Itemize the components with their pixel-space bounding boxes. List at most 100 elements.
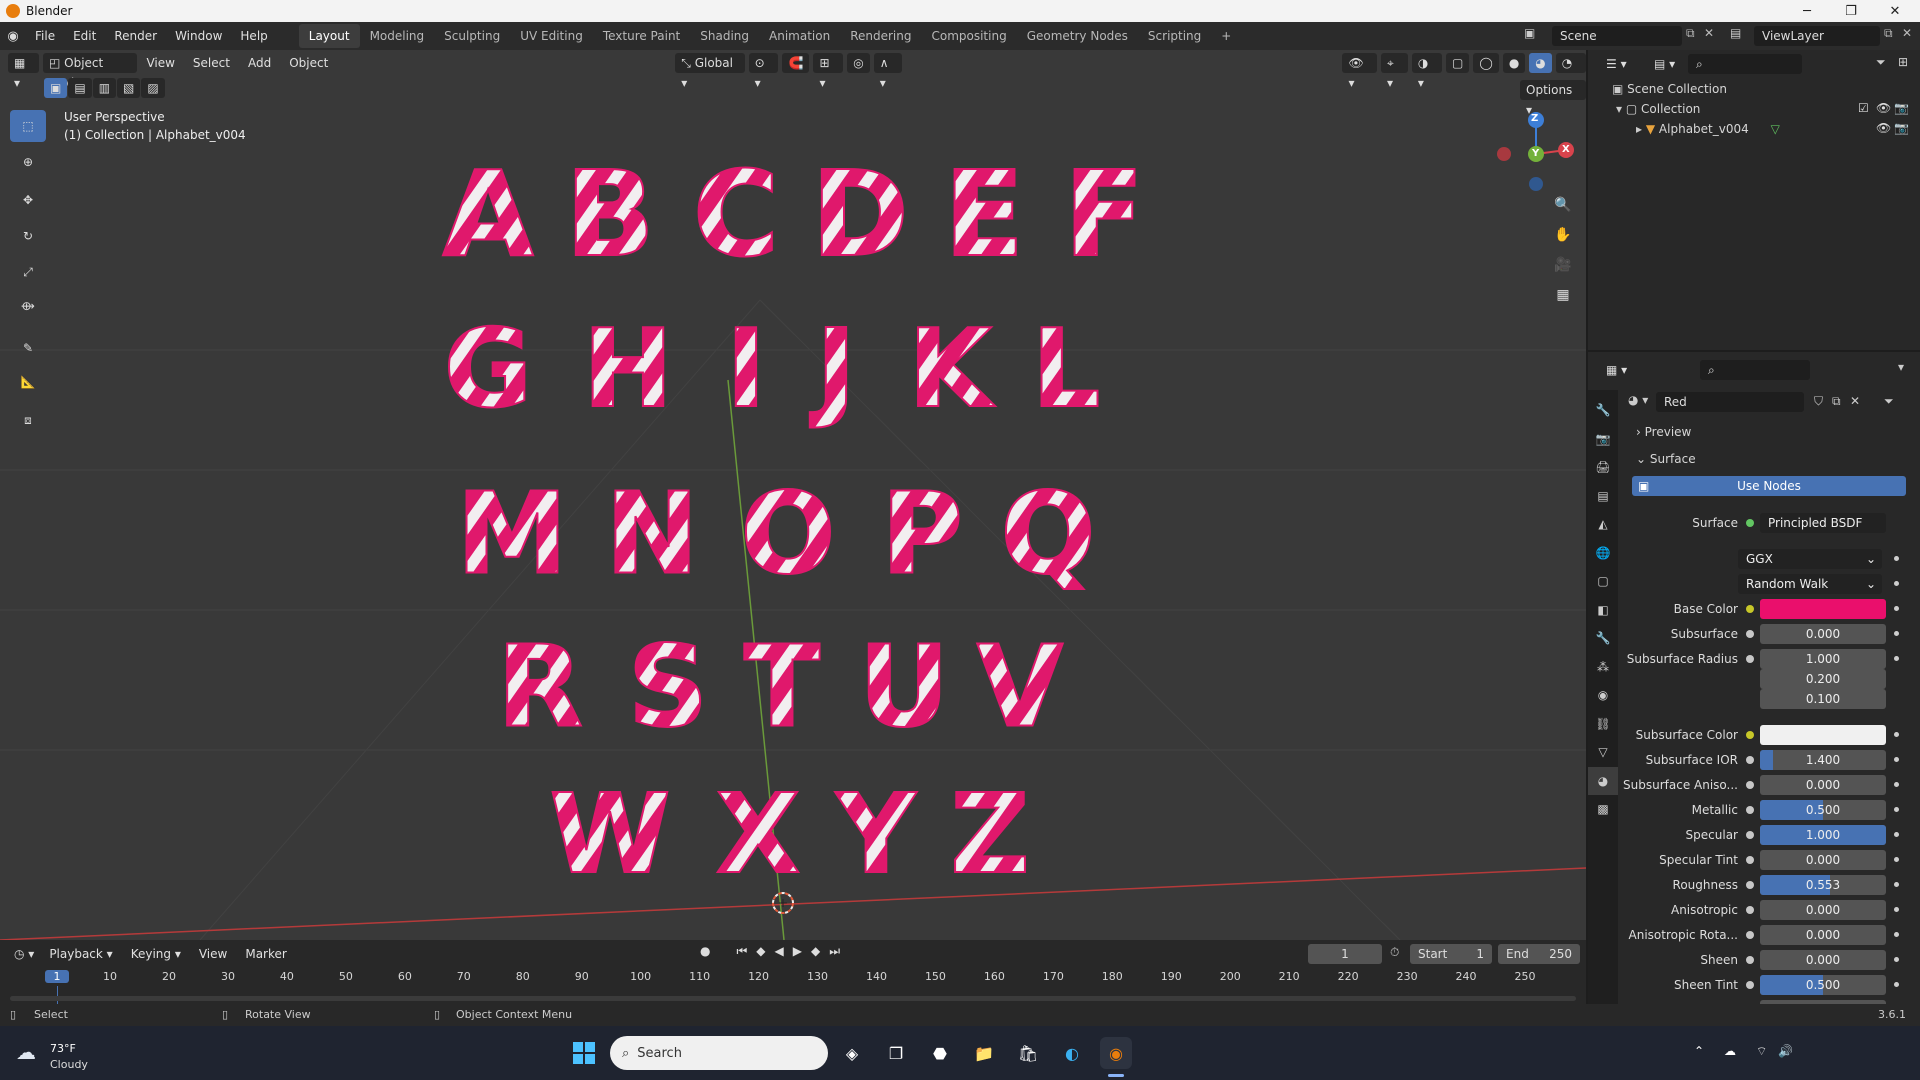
taskbar-search-box[interactable]: ⌕ Search	[610, 1036, 828, 1070]
roughness-field[interactable]: 0.553	[1760, 875, 1886, 895]
tab-modeling[interactable]: Modeling	[360, 24, 435, 48]
subsurface-keyframe-icon[interactable]	[1894, 631, 1899, 636]
tab-compositing[interactable]: Compositing	[921, 24, 1016, 48]
candy-letter-j[interactable]: J	[808, 306, 857, 433]
distribution-keyframe-icon[interactable]	[1894, 556, 1899, 561]
subsurface-anisotropy-field[interactable]: 0.000	[1760, 775, 1886, 795]
render-tab-icon[interactable]: 📷	[1588, 425, 1618, 454]
base-color-swatch[interactable]	[1760, 599, 1886, 619]
viewport-menu-view[interactable]: View	[137, 50, 183, 77]
rendered-shading-icon[interactable]: ◔ ▾	[1555, 53, 1586, 90]
candy-letter-a[interactable]: A	[441, 144, 534, 284]
sheen-keyframe-icon[interactable]	[1894, 957, 1899, 962]
select-new-icon[interactable]: ▣	[44, 78, 68, 98]
pan-hand-icon[interactable]: ✋	[1550, 222, 1576, 248]
scale-tool-icon[interactable]: ⤢	[10, 256, 46, 288]
close-window-button[interactable]: ✕	[1872, 0, 1918, 22]
menu-help[interactable]: Help	[231, 22, 276, 50]
material-name-field[interactable]: Red	[1656, 392, 1804, 412]
viewport-menu-select[interactable]: Select	[184, 50, 239, 77]
outliner-row-scene-collection[interactable]: ▣ Scene Collection	[1612, 79, 1912, 99]
subsurface-color-swatch[interactable]	[1760, 725, 1886, 745]
new-collection-icon[interactable]: ⊞	[1898, 55, 1908, 69]
candy-letter-e[interactable]: E	[943, 144, 1026, 284]
candy-letter-t[interactable]: T	[743, 622, 821, 754]
copilot-icon[interactable]: ◈	[836, 1037, 868, 1069]
material-filter-icon[interactable]: ⏷	[1884, 394, 1894, 409]
snap-target-icon[interactable]: ⊞ ▾	[813, 53, 844, 90]
select-intersect-icon[interactable]: ▨	[141, 78, 165, 98]
select-subtract-icon[interactable]: ▥	[92, 78, 117, 98]
ortho-grid-icon[interactable]: ▦	[1550, 282, 1576, 308]
candy-letter-c[interactable]: C	[692, 144, 781, 284]
cloud-weather-icon[interactable]: ☁	[16, 1040, 36, 1064]
blender-taskbar-icon[interactable]: ◉	[1100, 1037, 1132, 1069]
add-workspace-button[interactable]: +	[1211, 24, 1241, 48]
timeline-menu-keying[interactable]: Keying ▾	[122, 940, 190, 968]
subsurface-radius-z-field[interactable]: 0.100	[1760, 689, 1886, 709]
wifi-icon[interactable]: ⌔	[1756, 1044, 1767, 1059]
roughness-keyframe-icon[interactable]	[1894, 882, 1899, 887]
timeline-menu-marker[interactable]: Marker	[236, 940, 295, 968]
select-extend-icon[interactable]: ▤	[68, 78, 92, 98]
candy-letter-o[interactable]: O	[739, 469, 836, 601]
3d-viewport[interactable]: ABCDEFGHIJKLMNOPQRSTUVWXYZ Z Y X ▦ ▾ ◰ O…	[0, 50, 1586, 940]
fake-user-shield-icon[interactable]: ⛉	[1814, 394, 1823, 409]
blender-menu-icon[interactable]: ◉	[0, 29, 26, 44]
pivot-point-icon[interactable]: ⊙ ▾	[748, 53, 779, 90]
menu-window[interactable]: Window	[166, 22, 231, 50]
unlink-material-icon[interactable]: ✕	[1850, 394, 1860, 408]
outliner-display-mode-icon[interactable]: ▤ ▾	[1648, 54, 1682, 74]
sheen-tint-field[interactable]: 0.500	[1760, 975, 1886, 995]
cursor-tool-icon[interactable]: ⊕	[10, 146, 46, 178]
anisotropic-field[interactable]: 0.000	[1760, 900, 1886, 920]
mode-selector[interactable]: ◰ Object Mode ▾	[42, 53, 138, 90]
surface-panel-header[interactable]: ⌄ Surface	[1636, 452, 1696, 466]
candy-letter-g[interactable]: G	[443, 306, 534, 433]
candy-letter-r[interactable]: R	[496, 622, 584, 754]
collapse-chevron-icon[interactable]: ▾	[1616, 102, 1622, 116]
subsurface-radius-x-field[interactable]: 1.000	[1760, 649, 1886, 669]
preview-panel-header[interactable]: › Preview	[1636, 425, 1691, 439]
outliner-search-input[interactable]: ⌕	[1688, 54, 1802, 74]
camera-view-icon[interactable]: 🎥	[1550, 252, 1576, 278]
xray-icon[interactable]: ▢	[1446, 53, 1470, 73]
add-cube-tool-icon[interactable]: ⧈	[10, 404, 46, 436]
transform-orientation-selector[interactable]: ⤡ Global ▾	[675, 53, 745, 90]
current-frame-field[interactable]: 1	[1308, 944, 1382, 964]
output-tab-icon[interactable]: 🖨	[1588, 453, 1618, 482]
properties-search-input[interactable]: ⌕	[1700, 360, 1810, 380]
candy-letter-q[interactable]: Q	[999, 469, 1096, 601]
anisotropic-rotation-keyframe-icon[interactable]	[1894, 932, 1899, 937]
use-nodes-button[interactable]: ▣ Use Nodes	[1632, 476, 1906, 496]
proportional-edit-icon[interactable]: ◎	[847, 53, 870, 73]
viewport-menu-object[interactable]: Object	[280, 50, 337, 77]
wireframe-shading-icon[interactable]: ◯	[1473, 53, 1499, 73]
select-box-tool-icon[interactable]: ⬚	[10, 110, 46, 142]
play-reverse-icon[interactable]: ◀	[775, 944, 784, 959]
delete-view-layer-icon[interactable]: ✕	[1902, 26, 1912, 40]
task-view-icon[interactable]: ❐	[880, 1037, 912, 1069]
anisotropic-rotation-field[interactable]: 0.000	[1760, 925, 1886, 945]
collection-render-icon[interactable]: 📷	[1894, 101, 1909, 115]
tab-uv-editing[interactable]: UV Editing	[510, 24, 593, 48]
file-explorer-icon[interactable]: 📁	[968, 1037, 1000, 1069]
sheen-tint-keyframe-icon[interactable]	[1894, 982, 1899, 987]
sheen-field[interactable]: 0.000	[1760, 950, 1886, 970]
candy-letter-u[interactable]: U	[858, 622, 951, 754]
specular-field[interactable]: 1.000	[1760, 825, 1886, 845]
jump-end-icon[interactable]: ⏭	[829, 944, 840, 959]
distribution-dropdown[interactable]: GGX ⌄	[1738, 549, 1882, 569]
subsurface-ior-keyframe-icon[interactable]	[1894, 757, 1899, 762]
candy-letter-x[interactable]: X	[715, 769, 802, 899]
rotate-tool-icon[interactable]: ↻	[10, 220, 46, 252]
measure-tool-icon[interactable]: 📐	[10, 366, 46, 398]
falloff-icon[interactable]: ∧ ▾	[873, 53, 903, 90]
frame-ruler[interactable]: 1 10 20 30 40 50 60 70 80 90 100 110 120 130 140 150 160…	[0, 968, 1586, 988]
tab-scripting[interactable]: Scripting	[1138, 24, 1211, 48]
candy-letter-h[interactable]: H	[582, 306, 674, 433]
microsoft-store-icon[interactable]: 🛍	[1012, 1037, 1044, 1069]
show-hidden-icons-chevron[interactable]: ⌃	[1694, 1044, 1704, 1058]
subsurface-ior-field[interactable]: 1.400	[1760, 750, 1886, 770]
play-icon[interactable]: ▶	[793, 944, 802, 959]
